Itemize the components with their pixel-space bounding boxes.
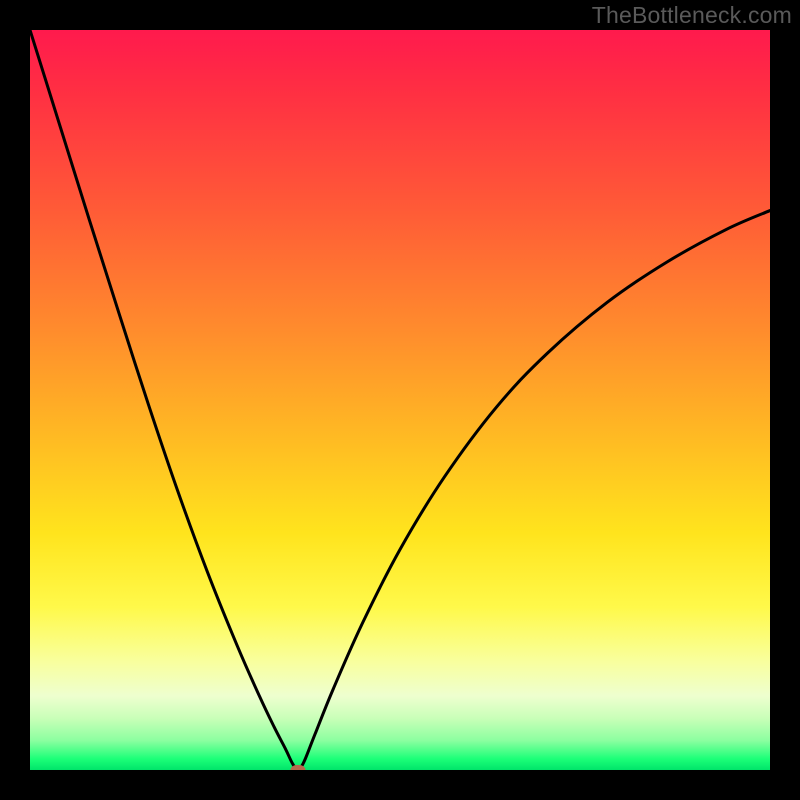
chart-frame: TheBottleneck.com (0, 0, 800, 800)
plot-area (30, 30, 770, 770)
curve-path (30, 30, 770, 770)
watermark-text: TheBottleneck.com (592, 2, 792, 29)
curve-svg (30, 30, 770, 770)
bottleneck-marker (290, 765, 305, 770)
